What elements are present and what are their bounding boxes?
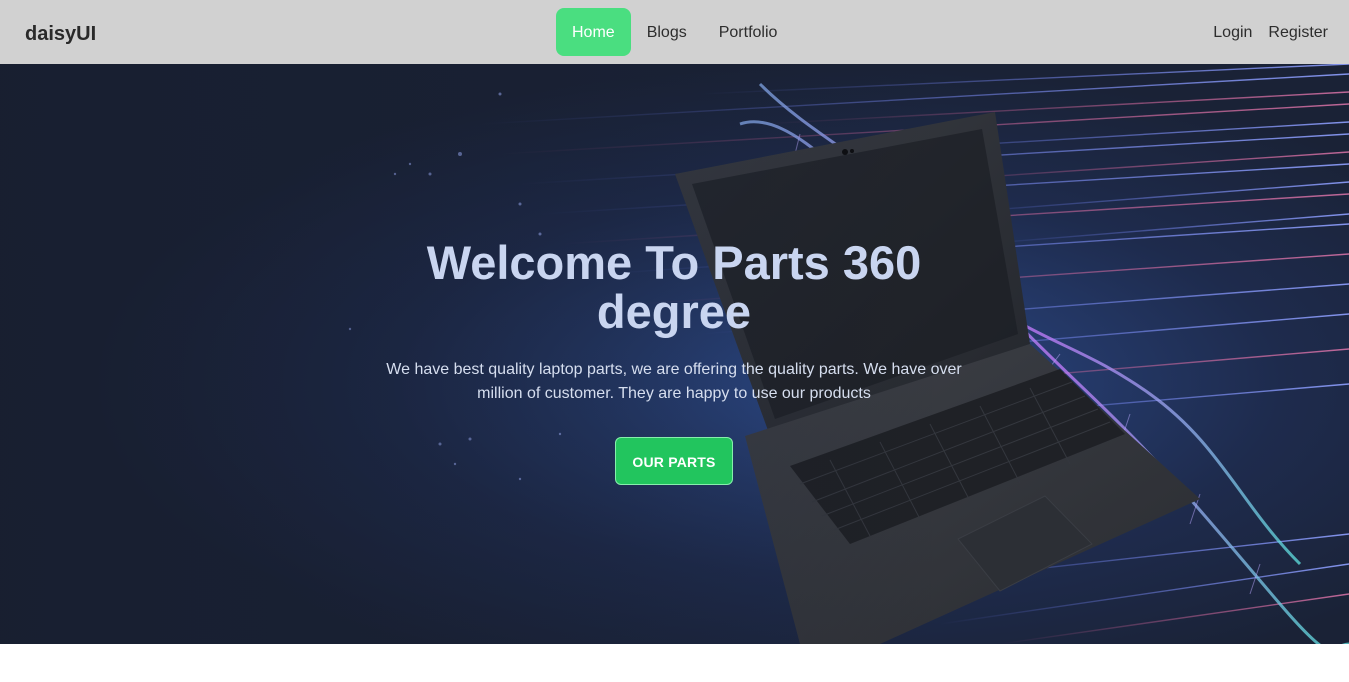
nav-home-link[interactable]: Home	[556, 8, 631, 56]
navbar: daisyUI Home Blogs Portfolio Login Regis…	[0, 0, 1349, 64]
nav-blogs-link[interactable]: Blogs	[631, 8, 703, 56]
brand-logo[interactable]: daisyUI	[25, 0, 96, 64]
register-link[interactable]: Register	[1260, 8, 1336, 56]
hero-section: Welcome To Parts 360 degree We have best…	[0, 64, 1349, 644]
login-link[interactable]: Login	[1205, 8, 1260, 56]
auth-links: Login Register	[1205, 0, 1336, 64]
hero-content: Welcome To Parts 360 degree We have best…	[374, 238, 974, 485]
hero-title: Welcome To Parts 360 degree	[426, 236, 922, 338]
our-parts-button[interactable]: OUR PARTS	[615, 437, 733, 485]
hero-description: We have best quality laptop parts, we ar…	[386, 361, 962, 402]
nav-portfolio-link[interactable]: Portfolio	[703, 8, 794, 56]
nav-menu: Home Blogs Portfolio	[556, 8, 793, 56]
